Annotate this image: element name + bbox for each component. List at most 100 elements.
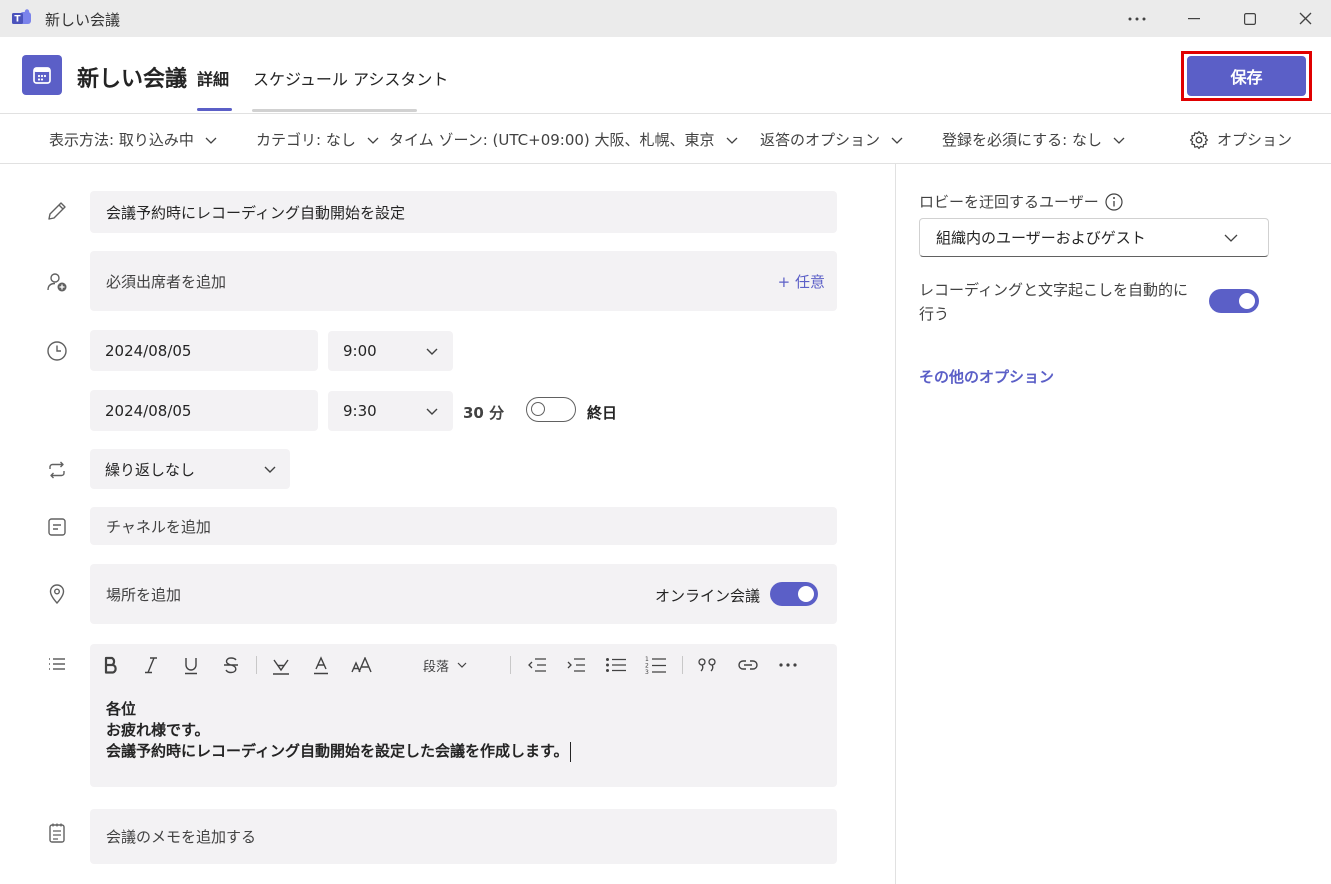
online-meeting-toggle[interactable] bbox=[770, 582, 818, 606]
options-label: オプション bbox=[1217, 131, 1293, 149]
timezone-dropdown[interactable]: タイム ゾーン: (UTC+09:00) 大阪、札幌、東京 bbox=[389, 129, 739, 150]
timezone-label: タイム ゾーン: (UTC+09:00) 大阪、札幌、東京 bbox=[389, 131, 715, 149]
online-meeting-label: オンライン会議 bbox=[655, 587, 761, 605]
editor-line: お疲れ様です。 bbox=[106, 721, 210, 739]
maximize-icon[interactable] bbox=[1222, 0, 1278, 37]
all-day-toggle[interactable] bbox=[526, 397, 576, 422]
auto-record-label: レコーディングと文字起こしを自動的に行う bbox=[919, 281, 1188, 323]
font-color-icon[interactable] bbox=[310, 654, 332, 676]
decrease-indent-icon[interactable] bbox=[526, 654, 548, 676]
more-formatting-icon[interactable] bbox=[777, 654, 799, 676]
chevron-down-icon bbox=[726, 137, 738, 144]
category-dropdown[interactable]: カテゴリ: なし bbox=[256, 129, 380, 150]
lobby-bypass-dropdown[interactable]: 組織内のユーザーおよびゲスト bbox=[919, 218, 1269, 257]
registration-dropdown[interactable]: 登録を必須にする: なし bbox=[942, 129, 1126, 150]
end-time-dropdown[interactable]: 9:30 bbox=[328, 391, 453, 431]
location-pin-icon bbox=[49, 584, 65, 605]
italic-icon[interactable] bbox=[140, 654, 162, 676]
registration-label: 登録を必須にする: なし bbox=[942, 131, 1102, 149]
quote-icon[interactable] bbox=[697, 654, 719, 676]
bold-icon[interactable] bbox=[100, 654, 122, 676]
info-icon[interactable] bbox=[1105, 192, 1123, 211]
lobby-bypass-text: ロビーを迂回するユーザー bbox=[919, 193, 1099, 211]
repeat-icon bbox=[49, 461, 65, 479]
panel-divider bbox=[895, 164, 896, 884]
add-person-icon bbox=[47, 273, 67, 292]
paragraph-dropdown[interactable]: 段落 bbox=[416, 654, 474, 676]
tab-scheduling-assistant[interactable]: スケジュール アシスタント bbox=[253, 66, 448, 90]
chevron-down-icon bbox=[205, 137, 217, 144]
chevron-down-icon bbox=[426, 348, 438, 355]
show-as-dropdown[interactable]: 表示方法: 取り込み中 bbox=[49, 129, 218, 150]
start-time-dropdown[interactable]: 9:00 bbox=[328, 331, 453, 371]
attendees-placeholder: 必須出席者を追加 bbox=[106, 272, 227, 291]
paragraph-label: 段落 bbox=[422, 659, 449, 675]
response-options-label: 返答のオプション bbox=[760, 131, 881, 149]
teams-logo-icon: T bbox=[12, 9, 31, 25]
tab-details[interactable]: 詳細 bbox=[197, 66, 229, 90]
editor-line: 各位 bbox=[106, 700, 137, 718]
page-title: 新しい会議 bbox=[77, 67, 188, 92]
gear-icon bbox=[1189, 130, 1209, 149]
editor-line: 会議予約時にレコーディング自動開始を設定した会議を作成します。 bbox=[106, 742, 569, 760]
category-label: カテゴリ: なし bbox=[256, 131, 356, 149]
all-day-label: 終日 bbox=[587, 404, 618, 422]
font-size-icon[interactable] bbox=[350, 654, 374, 676]
end-time-value: 9:30 bbox=[343, 402, 377, 420]
options-button[interactable]: オプション bbox=[1189, 129, 1292, 150]
meeting-notes-input[interactable]: 会議のメモを追加する bbox=[90, 809, 837, 864]
channel-input[interactable]: チャネルを追加 bbox=[90, 507, 837, 545]
location-placeholder: 場所を追加 bbox=[106, 585, 182, 604]
save-button[interactable]: 保存 bbox=[1187, 56, 1306, 96]
optional-attendees-link[interactable]: + 任意 bbox=[778, 271, 825, 292]
svg-text:T: T bbox=[14, 15, 21, 25]
tab-underline bbox=[252, 109, 417, 112]
increase-indent-icon[interactable] bbox=[565, 654, 587, 676]
more-options-link[interactable]: その他のオプション bbox=[919, 366, 1054, 387]
active-tab-indicator bbox=[197, 108, 232, 111]
chevron-down-icon bbox=[367, 137, 379, 144]
lobby-bypass-label: ロビーを迂回するユーザー bbox=[919, 191, 1123, 212]
chevron-down-icon bbox=[1113, 137, 1125, 144]
chevron-down-icon bbox=[1224, 234, 1238, 242]
underline-icon[interactable] bbox=[180, 654, 202, 676]
minimize-icon[interactable] bbox=[1166, 0, 1222, 37]
link-icon[interactable] bbox=[736, 654, 760, 676]
notes-icon bbox=[49, 823, 65, 843]
response-options-dropdown[interactable]: 返答のオプション bbox=[760, 129, 904, 150]
meeting-header: 新しい会議 詳細 スケジュール アシスタント 保存 bbox=[0, 37, 1331, 114]
show-as-label: 表示方法: 取り込み中 bbox=[49, 131, 194, 149]
editor-body[interactable]: 各位 お疲れ様です。 会議予約時にレコーディング自動開始を設定した会議を作成しま… bbox=[106, 699, 572, 762]
options-bar: 表示方法: 取り込み中 カテゴリ: なし タイム ゾーン: (UTC+09:00… bbox=[0, 114, 1331, 164]
more-icon[interactable] bbox=[1109, 0, 1165, 37]
end-date-picker[interactable]: 2024/08/05 bbox=[90, 390, 318, 431]
calendar-icon bbox=[22, 55, 62, 95]
lobby-bypass-value: 組織内のユーザーおよびゲスト bbox=[936, 229, 1146, 247]
auto-record-toggle[interactable] bbox=[1209, 289, 1259, 313]
close-icon[interactable] bbox=[1277, 0, 1331, 37]
pencil-icon bbox=[48, 202, 66, 220]
text-cursor bbox=[570, 741, 572, 762]
chevron-down-icon bbox=[457, 662, 467, 668]
strikethrough-icon[interactable] bbox=[220, 654, 242, 676]
duration-label: 30 分 bbox=[463, 404, 505, 422]
location-input[interactable]: 場所を追加 オンライン会議 bbox=[90, 564, 837, 624]
clock-icon bbox=[47, 341, 67, 361]
bullet-list-icon[interactable] bbox=[605, 654, 627, 676]
window-title: 新しい会議 bbox=[45, 11, 121, 29]
title-input[interactable]: 会議予約時にレコーディング自動開始を設定 bbox=[90, 191, 837, 233]
start-date-picker[interactable]: 2024/08/05 bbox=[90, 330, 318, 371]
attendees-input[interactable]: 必須出席者を追加 + 任意 bbox=[90, 251, 837, 311]
title-bar: T 新しい会議 bbox=[0, 0, 1331, 37]
numbered-list-icon[interactable]: 123 bbox=[645, 654, 667, 676]
chevron-down-icon bbox=[426, 408, 438, 415]
meeting-details-editor[interactable]: 段落 123 各位 お疲れ様です。 会議予約時にレコーディング自動開始を設定した… bbox=[90, 644, 837, 787]
chevron-down-icon bbox=[264, 466, 276, 473]
repeat-dropdown[interactable]: 繰り返しなし bbox=[90, 449, 290, 489]
start-time-value: 9:00 bbox=[343, 342, 377, 360]
details-list-icon bbox=[49, 658, 65, 670]
channel-icon bbox=[48, 518, 66, 536]
chevron-down-icon bbox=[891, 137, 903, 144]
svg-text:3: 3 bbox=[645, 669, 649, 675]
highlight-icon[interactable] bbox=[270, 654, 292, 676]
